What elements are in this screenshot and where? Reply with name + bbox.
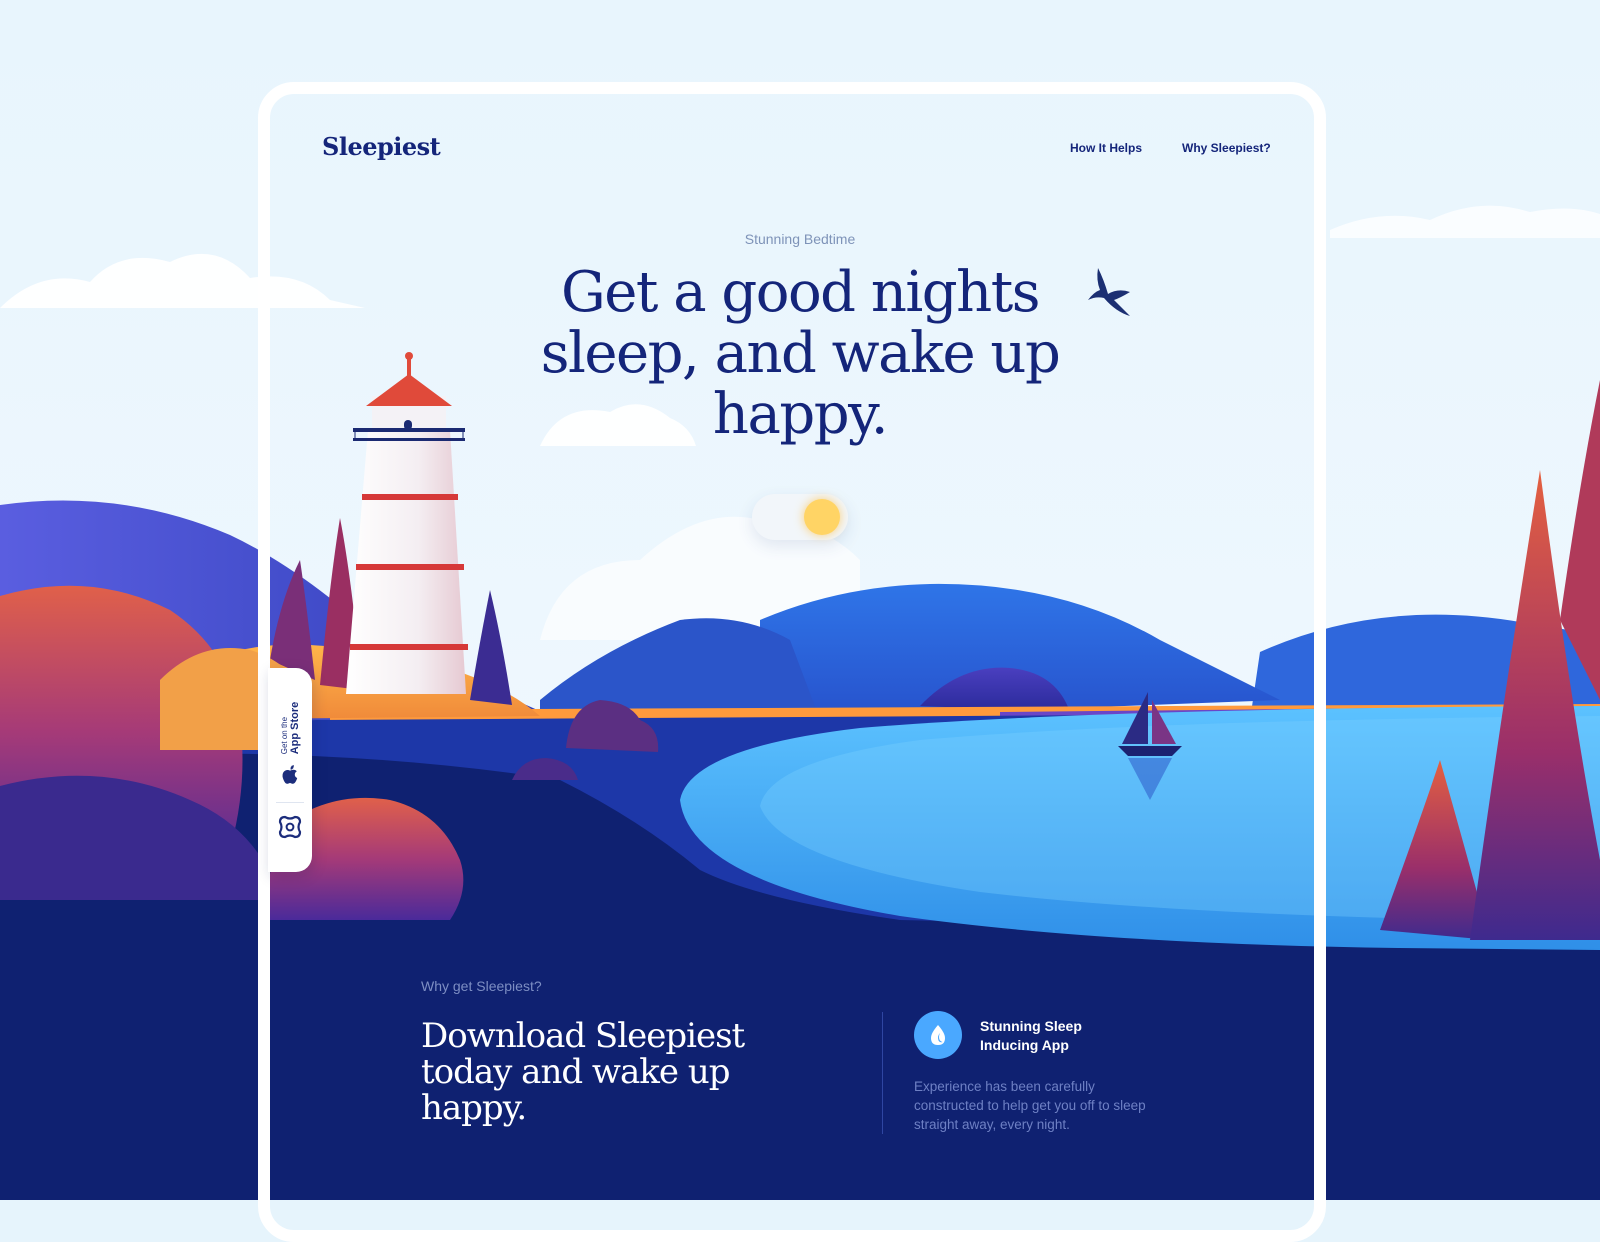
feature-description: Experience has been carefully constructe… <box>914 1079 1146 1132</box>
day-night-toggle[interactable] <box>752 494 848 540</box>
nav-how-it-helps[interactable]: How It Helps <box>1070 141 1142 155</box>
section-divider <box>882 1012 883 1134</box>
app-store-text: Get on the App Store <box>279 702 301 755</box>
side-app-badge: Get on the App Store <box>268 668 312 872</box>
hero-headline: Get a good nights sleep, and wake up hap… <box>540 260 1061 447</box>
apple-icon <box>282 765 298 784</box>
app-store-link[interactable]: Get on the App Store <box>268 668 312 796</box>
app-store-label: App Store <box>289 701 301 755</box>
top-nav: How It Helps Why Sleepiest? <box>1070 141 1271 155</box>
nav-why-sleepiest[interactable]: Why Sleepiest? <box>1182 141 1271 155</box>
section-title: Download Sleepiest today and wake up hap… <box>421 1016 745 1128</box>
sun-icon <box>804 499 840 535</box>
section-eyebrow: Why get Sleepiest? <box>421 978 542 994</box>
moon-drop-icon <box>914 1011 962 1059</box>
feature-title: Stunning Sleep Inducing App <box>980 1018 1082 1053</box>
hero-eyebrow: Stunning Bedtime <box>744 231 856 247</box>
brand-logo[interactable]: Sleepiest <box>322 132 441 161</box>
app-logo-icon[interactable] <box>277 814 303 840</box>
badge-divider <box>276 802 304 803</box>
